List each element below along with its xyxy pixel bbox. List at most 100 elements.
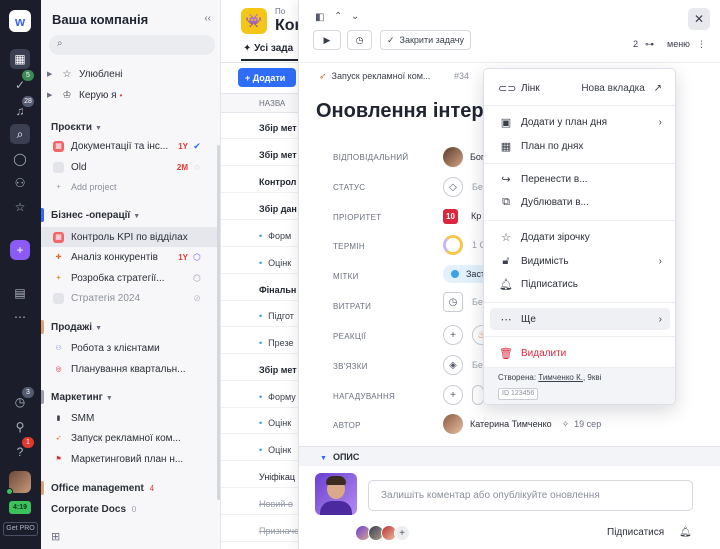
close-icon[interactable]: ✕: [688, 8, 710, 30]
tab-all-tasks[interactable]: ✦ Усі зада: [243, 43, 293, 54]
search-icon[interactable]: ⌕: [10, 124, 30, 144]
table-icon[interactable]: ▤: [10, 283, 30, 303]
table-row[interactable]: Новий о: [221, 493, 299, 515]
sidebar-item-project[interactable]: ✦ Розробка стратегії... ⬡: [41, 268, 220, 288]
collapse-sidebar-icon[interactable]: ‹‹: [204, 13, 211, 24]
expenses-field[interactable]: ◷ Бе: [443, 292, 483, 312]
sidebar-item-project[interactable]: ⚇ Робота з клієнтами: [41, 338, 220, 358]
creator-link[interactable]: Тимченко К.: [538, 373, 583, 382]
menu-item-move[interactable]: ↪ Перенести в...: [490, 168, 670, 190]
task-title[interactable]: Оновлення інтер: [316, 100, 486, 123]
time-tracker[interactable]: 4:19: [9, 501, 31, 514]
chevron-up-icon[interactable]: ⌃: [334, 11, 342, 22]
assignee-field[interactable]: Бог: [443, 147, 484, 167]
invite-icon[interactable]: ⚲: [10, 417, 30, 437]
sidebar-item-project[interactable]: ▦ Контроль KPI по відділах: [41, 227, 220, 247]
table-row[interactable]: • Форму: [221, 386, 299, 408]
marketing-section[interactable]: Маркетинг ▼: [51, 392, 113, 403]
priority-field[interactable]: 10 Кр: [443, 206, 481, 226]
table-row[interactable]: Уніфікац: [221, 466, 299, 488]
new-folder-icon[interactable]: ⊞: [51, 530, 60, 543]
followers[interactable]: +: [355, 525, 410, 541]
description-toggle[interactable]: ▼ ОПИС: [299, 446, 720, 466]
sidebar-item-project[interactable]: ▮ SMM: [41, 408, 220, 428]
menu-item-link[interactable]: ⊂⊃ Лінк Нова вкладка ↗: [490, 77, 670, 99]
add-task-button[interactable]: + Додати: [238, 68, 296, 87]
sidebar-item-project[interactable]: ◎ Планування квартальн...: [41, 359, 220, 379]
links-field[interactable]: ◈ Бе: [443, 355, 483, 375]
add-reaction-icon[interactable]: +: [443, 325, 463, 345]
start-timer-button[interactable]: ▶: [313, 30, 341, 50]
column-header-name[interactable]: НАЗВА: [221, 93, 299, 113]
reminders-field[interactable]: +: [443, 385, 484, 405]
menu-item-duplicate[interactable]: ⧉ Дублювати в...: [490, 191, 670, 213]
app-logo[interactable]: w: [9, 10, 31, 32]
grid-icon[interactable]: ▦: [10, 49, 30, 69]
sidebar-managing[interactable]: ▶ ♔ Керую я •: [41, 85, 221, 105]
bell-icon[interactable]: 🔔︎: [679, 527, 692, 538]
docs-section[interactable]: Corporate Docs 0: [51, 504, 136, 515]
sidebar-item-project[interactable]: ⚑ Маркетинговий план н...: [41, 449, 220, 469]
clock-button[interactable]: ◷: [347, 30, 372, 50]
sidebar-item-project[interactable]: ▦ Документації та інс... 1Y ✔: [41, 136, 220, 156]
get-pro-button[interactable]: Get PRO: [3, 522, 38, 536]
kebab-icon[interactable]: ⋮: [697, 39, 706, 50]
menu-button[interactable]: меню: [667, 39, 690, 49]
table-row[interactable]: • Оцінк: [221, 412, 299, 434]
business-section[interactable]: Бізнес -операції ▼: [51, 210, 140, 221]
add-reminder-icon[interactable]: +: [443, 385, 463, 405]
sidebar-favorites[interactable]: ▶ ☆ Улюблені: [41, 64, 221, 84]
menu-item-add-star[interactable]: ☆ Додати зірочку: [490, 226, 670, 248]
subtask-count[interactable]: 2: [633, 39, 638, 49]
task-id[interactable]: #34: [454, 71, 469, 81]
sidebar-scrollbar[interactable]: [217, 145, 220, 500]
projects-section[interactable]: Проєкти ▼: [51, 122, 102, 133]
menu-item-visibility[interactable]: 🔓︎ Видимість ›: [490, 250, 670, 272]
add-project-button[interactable]: + Add project: [41, 177, 220, 197]
panel-layout-icon[interactable]: ◧: [315, 12, 324, 23]
breadcrumb[interactable]: ➶ Запуск рекламної ком...: [319, 71, 430, 82]
sidebar-item-project[interactable]: Old 2M ◌: [41, 157, 220, 177]
sidebar-item-project[interactable]: Стратегія 2024 ⊘: [41, 288, 220, 308]
tasks-icon[interactable]: ✓ 5: [10, 70, 34, 95]
menu-item-subscribe[interactable]: 🔔︎ Підписатись: [490, 273, 670, 295]
people-icon[interactable]: ⚇: [10, 173, 30, 193]
add-follower-icon[interactable]: +: [394, 525, 410, 541]
complete-task-button[interactable]: ✓ Закрити задачу: [380, 30, 471, 50]
table-row[interactable]: • Підгот: [221, 305, 299, 327]
table-row[interactable]: Контрол: [221, 171, 299, 193]
subtasks-icon[interactable]: ⊶: [645, 39, 654, 50]
timer-icon[interactable]: ◷ 3: [10, 387, 34, 412]
sidebar-item-project[interactable]: ✚ Аналіз конкурентів 1Y ⬡: [41, 247, 220, 267]
status-field[interactable]: ◇ Бе: [443, 177, 483, 197]
table-row[interactable]: Збір мет: [221, 359, 299, 381]
more-icon[interactable]: ⋯: [10, 307, 30, 327]
menu-item-add-to-day-plan[interactable]: ▣ Додати у план дня ›: [490, 111, 670, 133]
menu-item-day-plan[interactable]: ▦ План по днях: [490, 135, 670, 157]
sidebar-search[interactable]: ⌕: [49, 35, 215, 55]
comment-input[interactable]: Залишіть коментар або опублікуйте оновле…: [368, 480, 693, 511]
table-row[interactable]: Фінальн: [221, 279, 299, 301]
new-tab-link[interactable]: Нова вкладка ↗: [581, 83, 662, 94]
sales-section[interactable]: Продажі ▼: [51, 322, 102, 333]
table-row[interactable]: • Оцінк: [221, 252, 299, 274]
task-id-badge[interactable]: ID 123456: [498, 388, 539, 400]
create-icon[interactable]: +: [10, 240, 30, 260]
table-row[interactable]: Призначе: [221, 520, 299, 542]
table-row[interactable]: • Форм: [221, 225, 299, 247]
help-icon[interactable]: ? 1: [10, 437, 34, 462]
menu-item-more[interactable]: ⋯ Ще ›: [490, 308, 670, 330]
sidebar-item-project[interactable]: ➶ Запуск рекламної ком...: [41, 428, 220, 448]
project-emoji-icon[interactable]: 👾: [241, 8, 267, 34]
workspace-title[interactable]: Ваша компанія: [52, 12, 148, 27]
chat-icon[interactable]: ◯: [10, 149, 30, 169]
inbox-icon[interactable]: ♫ 28: [10, 96, 34, 121]
table-row[interactable]: Збір дан: [221, 198, 299, 220]
table-row[interactable]: Збір мет: [221, 144, 299, 166]
table-row[interactable]: • Оцінк: [221, 439, 299, 461]
subscribe-button[interactable]: Підписатися: [607, 527, 664, 538]
table-row[interactable]: • Презе: [221, 332, 299, 354]
due-date-field[interactable]: 1 С: [443, 235, 486, 255]
menu-item-delete[interactable]: 🗑︎ Видалити: [490, 342, 670, 364]
office-section[interactable]: Office management 4: [51, 483, 154, 494]
